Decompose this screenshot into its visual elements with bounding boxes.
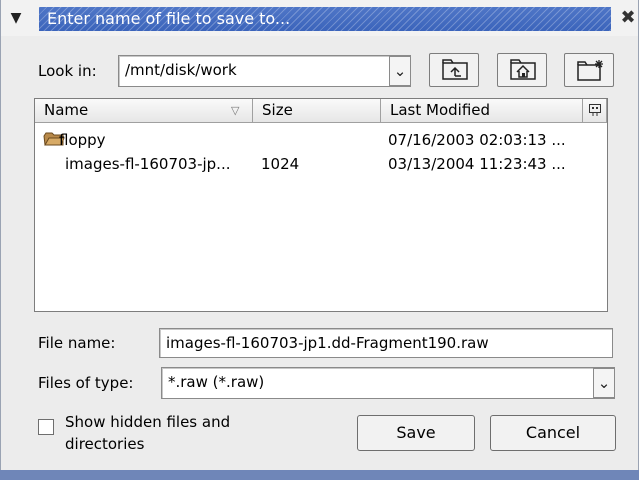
chevron-down-icon: ⌄ [597,374,611,392]
new-folder-icon [577,60,603,81]
home-directory-button[interactable] [497,53,547,87]
column-header-modified-label: Last Modified [390,101,491,119]
column-chooser-button[interactable] [583,99,607,123]
files-of-type-label: Files of type: [38,374,134,392]
file-name-input[interactable]: images-fl-160703-jp1.dd-Fragment190.raw [159,328,613,358]
save-file-dialog: ▼ Enter name of file to save to... ✖ Loo… [0,0,639,470]
file-list[interactable]: Name ▽ Size Last Modified floppy 07/16/2 [34,98,608,312]
create-new-folder-button[interactable] [564,53,614,87]
column-header-name[interactable]: Name ▽ [35,99,253,123]
files-of-type-value: *.raw (*.raw) [168,373,265,391]
column-header-size-label: Size [262,101,293,119]
up-one-level-button[interactable] [429,53,479,87]
look-in-dropdown-button[interactable]: ⌄ [389,56,411,86]
show-hidden-label-line2[interactable]: directories [65,434,144,454]
file-name-label: File name: [38,334,116,352]
list-item[interactable]: floppy 07/16/2003 02:03:13 ... [35,129,607,151]
file-name-cell: floppy [59,131,106,149]
look-in-combo[interactable]: /mnt/disk/work [118,55,411,87]
folder-up-icon [442,59,468,80]
folder-home-icon [510,59,536,80]
cancel-button[interactable]: Cancel [490,415,616,451]
look-in-value: /mnt/disk/work [125,61,237,79]
file-modified-cell: 07/16/2003 02:03:13 ... [388,131,566,149]
column-header-last-modified[interactable]: Last Modified [381,99,583,123]
file-modified-cell: 03/13/2004 11:23:43 ... [388,155,566,173]
sort-indicator-icon: ▽ [231,104,240,117]
file-name-cell: images-fl-160703-jp... [65,155,231,173]
title-bar[interactable]: ▼ Enter name of file to save to... ✖ [1,0,638,36]
column-header-name-label: Name [44,101,89,119]
show-hidden-label[interactable]: Show hidden files and [65,412,230,432]
files-of-type-dropdown-button[interactable]: ⌄ [593,368,615,398]
window-title: Enter name of file to save to... [47,9,291,28]
save-button[interactable]: Save [357,415,475,451]
title-strip[interactable]: Enter name of file to save to... [39,7,611,31]
close-icon[interactable]: ✖ [619,9,637,27]
chevron-down-icon: ⌄ [393,62,407,80]
column-chooser-icon [588,104,601,116]
files-of-type-combo[interactable]: *.raw (*.raw) [161,367,615,399]
column-header-size[interactable]: Size [253,99,381,123]
window-menu-icon[interactable]: ▼ [7,10,25,26]
file-name-value: images-fl-160703-jp1.dd-Fragment190.raw [166,334,489,352]
show-hidden-checkbox[interactable] [38,419,54,435]
file-size-cell: 1024 [261,155,300,173]
look-in-label: Look in: [38,62,97,80]
list-item[interactable]: images-fl-160703-jp... 1024 03/13/2004 1… [35,153,607,175]
